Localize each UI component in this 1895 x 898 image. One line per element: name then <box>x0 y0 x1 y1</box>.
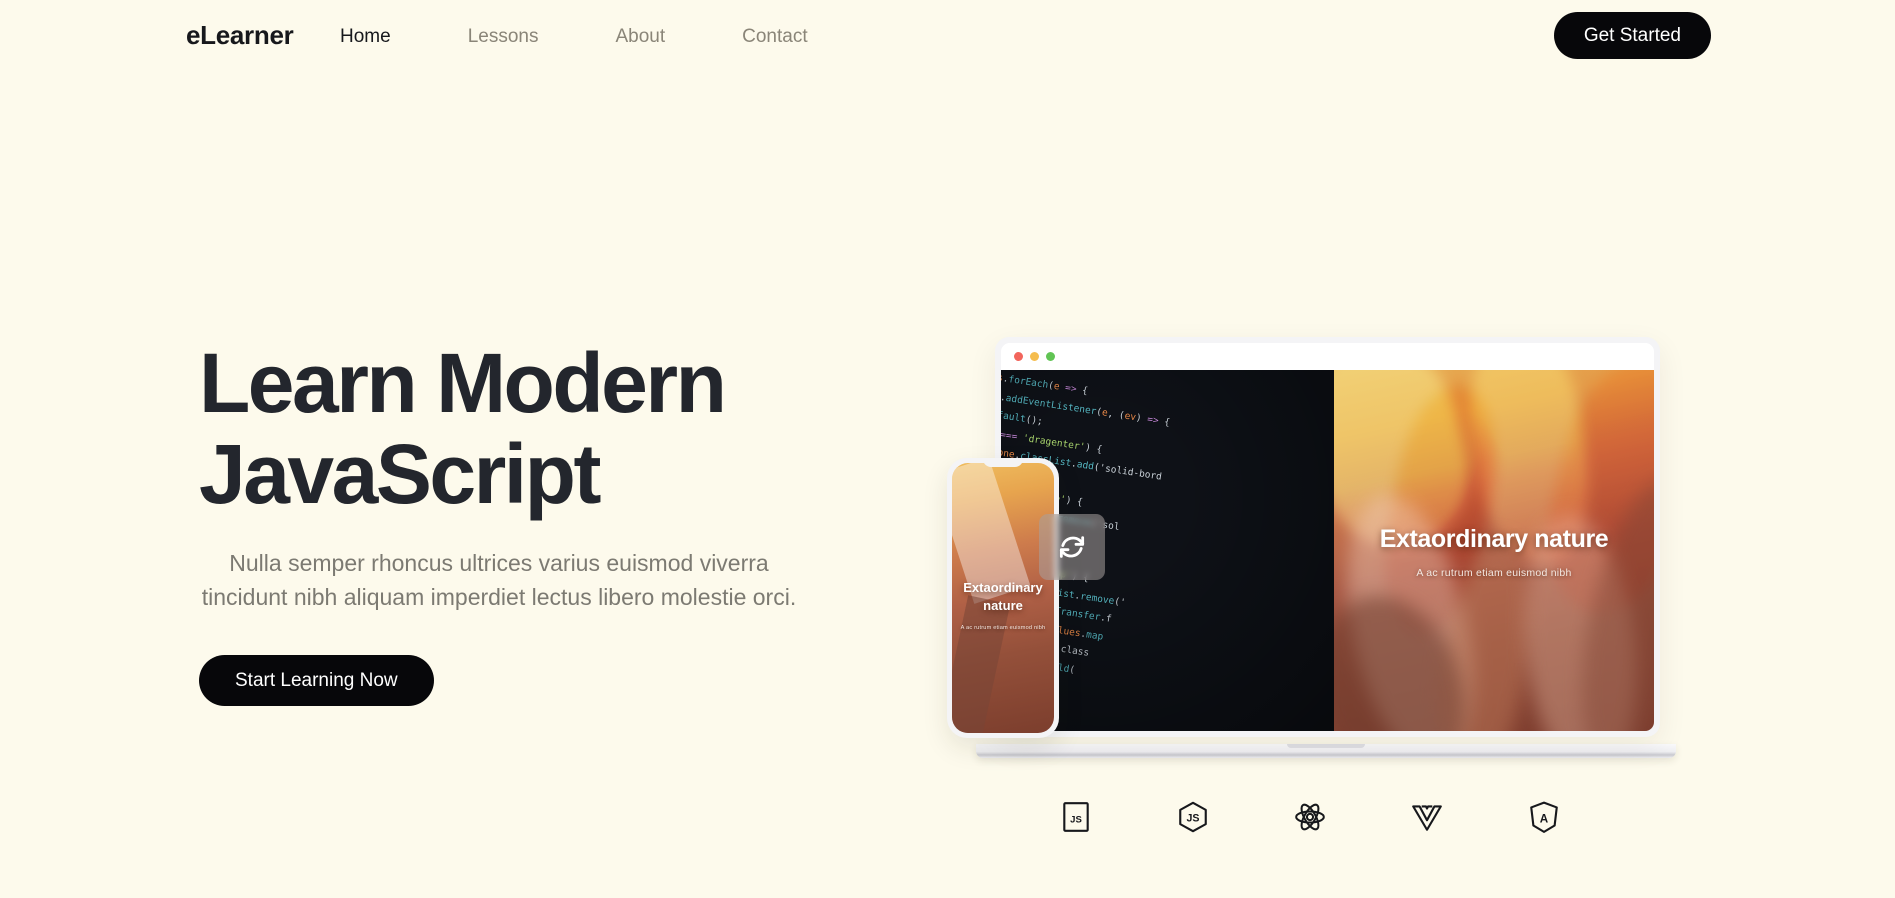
hero-title-line-1: Learn Modern <box>199 336 727 430</box>
phone-device: Extaordinary nature A ac rutrum etiam eu… <box>947 458 1059 738</box>
desktop-nature-card: Extaordinary nature A ac rutrum etiam eu… <box>1334 370 1654 731</box>
hero-title-line-2: JavaScript <box>199 426 601 521</box>
javascript-icon[interactable]: JS <box>1059 800 1093 834</box>
get-started-button[interactable]: Get Started <box>1553 12 1711 59</box>
react-icon[interactable] <box>1293 800 1327 834</box>
hero-device-mockup: 'dragleave' , // to allow 'dragover' , '… <box>930 330 1690 870</box>
site-logo[interactable]: eLearner <box>186 20 294 51</box>
nav-links: Home Lessons About Contact <box>340 26 885 48</box>
svg-text:JS: JS <box>1187 812 1200 824</box>
desktop-card-caption: Extaordinary nature A ac rutrum etiam eu… <box>1334 525 1654 579</box>
nodejs-icon[interactable]: JS <box>1176 800 1210 834</box>
desktop-card-title: Extaordinary nature <box>1379 525 1609 554</box>
window-close-dot[interactable] <box>1014 352 1023 361</box>
phone-screen: Extaordinary nature A ac rutrum etiam eu… <box>952 463 1054 733</box>
sync-refresh-icon[interactable] <box>1039 514 1105 580</box>
laptop-base-notch <box>1287 744 1365 748</box>
phone-notch <box>983 458 1023 467</box>
browser-titlebar <box>1001 343 1654 370</box>
phone-card-title: Extaordinary nature <box>963 580 1043 613</box>
laptop-base <box>976 744 1676 758</box>
start-learning-button[interactable]: Start Learning Now <box>199 655 434 707</box>
desktop-card-subtitle: A ac rutrum etiam euismod nibh <box>1416 567 1572 580</box>
nav-link-about[interactable]: About <box>615 26 665 48</box>
landing-page: eLearner Home Lessons About Contact Get … <box>0 0 1895 898</box>
phone-card-caption: Extaordinary nature A ac rutrum etiam eu… <box>952 579 1054 631</box>
top-navigation-bar: eLearner Home Lessons About Contact Get … <box>0 0 1895 78</box>
svg-text:JS: JS <box>1070 814 1082 825</box>
hero-text-column: Learn Modern JavaScript Nulla semper rho… <box>199 338 839 707</box>
phone-card-subtitle: A ac rutrum etiam euismod nibh <box>960 625 1046 632</box>
window-maximize-dot[interactable] <box>1046 352 1055 361</box>
nav-link-home[interactable]: Home <box>340 26 391 48</box>
nav-link-lessons[interactable]: Lessons <box>468 26 539 48</box>
svg-text:A: A <box>1540 812 1549 825</box>
vue-icon[interactable] <box>1410 800 1444 834</box>
angular-icon[interactable]: A <box>1527 800 1561 834</box>
tech-stack-icons: JS JS A <box>930 800 1690 834</box>
window-minimize-dot[interactable] <box>1030 352 1039 361</box>
page-title: Learn Modern JavaScript <box>199 338 839 519</box>
hero-subtitle: Nulla semper rhoncus ultrices varius eui… <box>201 550 797 611</box>
nav-link-contact[interactable]: Contact <box>742 26 807 48</box>
